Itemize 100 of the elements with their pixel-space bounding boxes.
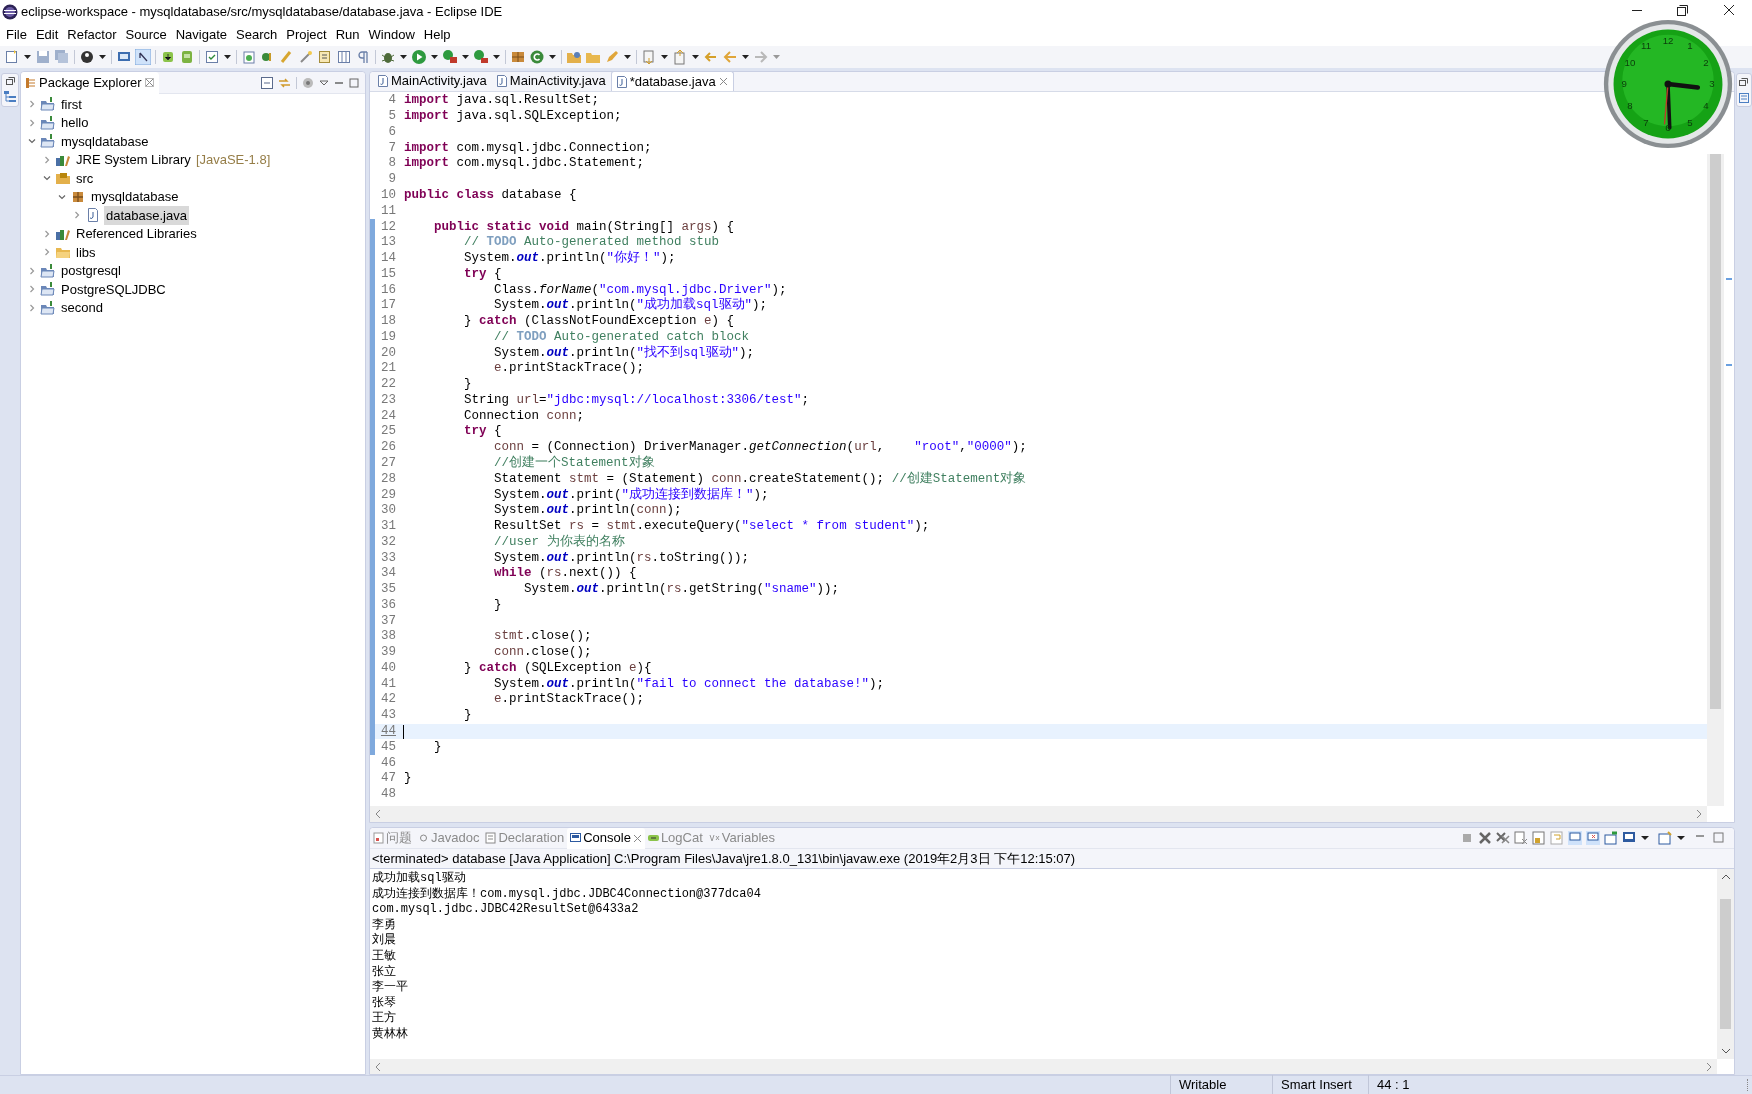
- person-icon[interactable]: [79, 49, 95, 65]
- scroll-right-icon[interactable]: [1705, 1061, 1713, 1072]
- tree-item[interactable]: postgresql: [59, 261, 123, 281]
- restore-icon[interactable]: [5, 77, 15, 85]
- wand-icon[interactable]: [298, 49, 314, 65]
- caret-icon[interactable]: [741, 53, 750, 61]
- menu-item[interactable]: Search: [232, 25, 282, 45]
- tree-item[interactable]: second: [59, 298, 105, 318]
- scroll-down-icon[interactable]: [1720, 1047, 1731, 1055]
- menu-item[interactable]: Project: [282, 25, 331, 45]
- open-type-icon[interactable]: [529, 49, 545, 65]
- android-download-icon[interactable]: [160, 49, 176, 65]
- chevron-right-icon[interactable]: [27, 117, 37, 128]
- overview-marker[interactable]: [1726, 278, 1732, 280]
- view-tab[interactable]: Console: [567, 827, 645, 849]
- menu-item[interactable]: Edit: [31, 25, 63, 45]
- show-on-output-icon[interactable]: [1568, 831, 1582, 845]
- chevron-right-icon[interactable]: [27, 302, 37, 313]
- checklist-icon[interactable]: [204, 49, 220, 65]
- outline-view-icon[interactable]: [1738, 92, 1749, 103]
- external-tool-icon[interactable]: [473, 49, 489, 65]
- display-console-icon[interactable]: [1622, 831, 1636, 845]
- horizontal-scrollbar[interactable]: [370, 1059, 1717, 1074]
- tree-item[interactable]: first: [59, 94, 84, 114]
- package-tree-icon[interactable]: [4, 91, 16, 103]
- word-wrap-icon[interactable]: [1550, 831, 1564, 845]
- chevron-right-icon[interactable]: [42, 154, 52, 165]
- tree-item[interactable]: libs: [74, 242, 98, 262]
- overview-marker[interactable]: [1726, 364, 1732, 366]
- chevron-right-icon[interactable]: [27, 265, 37, 276]
- paragraph-icon[interactable]: [355, 49, 371, 65]
- chevron-right-icon[interactable]: [27, 99, 37, 110]
- remove-launch-icon[interactable]: [1478, 831, 1492, 845]
- scroll-left-icon[interactable]: [374, 1061, 382, 1072]
- open-folder-icon[interactable]: [566, 49, 582, 65]
- menu-item[interactable]: Help: [419, 25, 455, 45]
- run-icon[interactable]: [411, 49, 427, 65]
- caret-icon[interactable]: [548, 53, 557, 61]
- new-class-icon[interactable]: [241, 49, 257, 65]
- caret-icon[interactable]: [430, 53, 439, 61]
- maximize-icon[interactable]: [1712, 831, 1726, 845]
- vertical-scrollbar[interactable]: [1717, 869, 1734, 1059]
- package-icon[interactable]: [510, 49, 526, 65]
- scroll-up-icon[interactable]: [1720, 873, 1731, 881]
- editor-tab[interactable]: *database.java: [610, 71, 734, 91]
- remove-all-icon[interactable]: [1496, 831, 1510, 845]
- maximize-icon[interactable]: [349, 77, 359, 88]
- restore-icon[interactable]: [1677, 4, 1689, 16]
- caret-icon[interactable]: [461, 53, 470, 61]
- run-configuration-icon[interactable]: [442, 49, 458, 65]
- show-on-error-icon[interactable]: [1586, 831, 1600, 845]
- tree-item[interactable]: mysqldatabase: [89, 187, 181, 207]
- menu-item[interactable]: Run: [331, 25, 364, 45]
- caret-icon[interactable]: [223, 53, 232, 61]
- vertical-scrollbar[interactable]: [1707, 154, 1724, 806]
- editor-tab[interactable]: MainActivity.java: [373, 71, 492, 91]
- close-icon[interactable]: [1723, 4, 1735, 16]
- menu-item[interactable]: File: [2, 25, 31, 45]
- view-menu-icon[interactable]: [319, 78, 329, 87]
- caret-icon[interactable]: [399, 53, 408, 61]
- chevron-right-icon[interactable]: [42, 228, 52, 239]
- caret-icon[interactable]: [23, 53, 32, 61]
- save-all-icon[interactable]: [54, 49, 70, 65]
- document-list-icon[interactable]: [317, 49, 333, 65]
- tree-item[interactable]: PostgreSQLJDBC: [59, 279, 168, 299]
- scrollbar-thumb[interactable]: [1710, 154, 1721, 709]
- horizontal-scrollbar[interactable]: [370, 806, 1707, 822]
- chevron-right-icon[interactable]: [27, 284, 37, 295]
- tree-item[interactable]: database.java: [104, 205, 189, 225]
- scroll-lock-icon[interactable]: [1532, 831, 1546, 845]
- pin-console-icon[interactable]: [1604, 831, 1618, 845]
- tree-item[interactable]: JRE System Library: [74, 150, 193, 170]
- focus-icon[interactable]: [302, 76, 314, 89]
- chevron-right-icon[interactable]: [42, 247, 52, 258]
- link-editor-icon[interactable]: [278, 76, 291, 89]
- scroll-right-icon[interactable]: [1695, 809, 1703, 819]
- caret-icon[interactable]: [660, 53, 669, 61]
- pointer-icon[interactable]: [135, 49, 151, 65]
- new-file-icon[interactable]: [4, 49, 20, 65]
- menu-item[interactable]: Navigate: [171, 25, 231, 45]
- restore-icon[interactable]: [1739, 77, 1748, 86]
- caret-icon[interactable]: [492, 53, 501, 61]
- view-tab[interactable]: Package Explorer: [21, 71, 159, 94]
- caret-icon[interactable]: [98, 53, 107, 61]
- menu-item[interactable]: Window: [364, 25, 419, 45]
- menu-item[interactable]: Refactor: [63, 25, 121, 45]
- tree-item[interactable]: hello: [59, 113, 91, 133]
- columns-icon[interactable]: [336, 49, 352, 65]
- tree-item[interactable]: Referenced Libraries: [74, 224, 199, 244]
- tree-item[interactable]: mysqldatabase: [59, 131, 151, 151]
- editor-tab[interactable]: MainActivity.java: [491, 71, 611, 91]
- scroll-left-icon[interactable]: [374, 809, 382, 819]
- scrollbar-thumb[interactable]: [1720, 899, 1731, 1029]
- caret-icon[interactable]: [691, 53, 700, 61]
- menu-item[interactable]: Source: [121, 25, 171, 45]
- collapse-all-icon[interactable]: [261, 76, 273, 89]
- tree-item[interactable]: src: [74, 168, 96, 188]
- clear-console-icon[interactable]: [1514, 831, 1528, 845]
- caret-icon[interactable]: [623, 53, 632, 61]
- chevron-right-icon[interactable]: [72, 210, 82, 221]
